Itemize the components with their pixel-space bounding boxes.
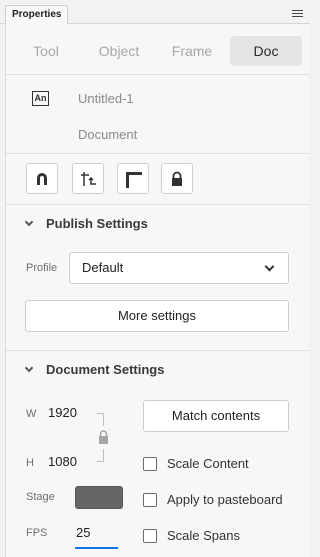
document-type: Document xyxy=(78,127,138,142)
divider xyxy=(5,350,309,351)
animate-document-icon: An xyxy=(32,91,49,106)
profile-value: Default xyxy=(82,260,124,275)
link-bracket-top xyxy=(97,413,104,426)
tab-doc[interactable]: Doc xyxy=(230,36,302,66)
scale-content-checkbox[interactable] xyxy=(143,457,157,471)
document-settings-heading[interactable]: Document Settings xyxy=(46,362,164,377)
document-name: Untitled-1 xyxy=(78,91,134,106)
snap-button[interactable] xyxy=(26,163,58,194)
snap-magnet-icon xyxy=(37,173,47,185)
lock-button[interactable] xyxy=(161,163,193,194)
divider xyxy=(5,153,309,154)
guides-button[interactable] xyxy=(117,163,149,194)
link-bracket-bottom xyxy=(97,449,104,462)
tab-frame[interactable]: Frame xyxy=(162,36,222,66)
profile-label: Profile xyxy=(26,262,58,274)
tab-object[interactable]: Object xyxy=(86,36,152,66)
align-to-stage-icon xyxy=(81,172,96,186)
properties-panel xyxy=(5,24,309,557)
panel-menu-icon[interactable] xyxy=(292,10,303,17)
lock-icon xyxy=(172,171,182,186)
properties-panel-tab[interactable]: Properties xyxy=(5,5,68,24)
height-label: H xyxy=(26,457,34,469)
divider xyxy=(5,204,309,205)
divider xyxy=(5,74,309,75)
publish-settings-heading[interactable]: Publish Settings xyxy=(46,216,148,231)
fps-input[interactable]: 25 xyxy=(75,522,118,549)
more-settings-button[interactable]: More settings xyxy=(25,300,289,332)
scale-spans-checkbox[interactable] xyxy=(143,529,157,543)
stage-label: Stage xyxy=(26,491,55,503)
width-input[interactable]: 1920 xyxy=(48,405,77,420)
height-input[interactable]: 1080 xyxy=(48,454,77,469)
chevron-down-icon xyxy=(264,261,275,272)
tab-tool[interactable]: Tool xyxy=(16,36,76,66)
constrain-proportions-lock-icon[interactable] xyxy=(98,430,109,445)
align-to-stage-button[interactable] xyxy=(72,163,104,194)
match-contents-button[interactable]: Match contents xyxy=(143,400,289,432)
apply-to-pasteboard-checkbox[interactable] xyxy=(143,493,157,507)
apply-to-pasteboard-label[interactable]: Apply to pasteboard xyxy=(167,492,283,507)
width-label: W xyxy=(26,408,37,420)
scale-spans-label[interactable]: Scale Spans xyxy=(167,528,240,543)
scale-content-label[interactable]: Scale Content xyxy=(167,456,249,471)
fps-label: FPS xyxy=(26,527,48,539)
stage-color-swatch[interactable] xyxy=(75,486,123,509)
ruler-guides-icon xyxy=(126,172,142,188)
profile-select[interactable]: Default xyxy=(69,252,289,284)
